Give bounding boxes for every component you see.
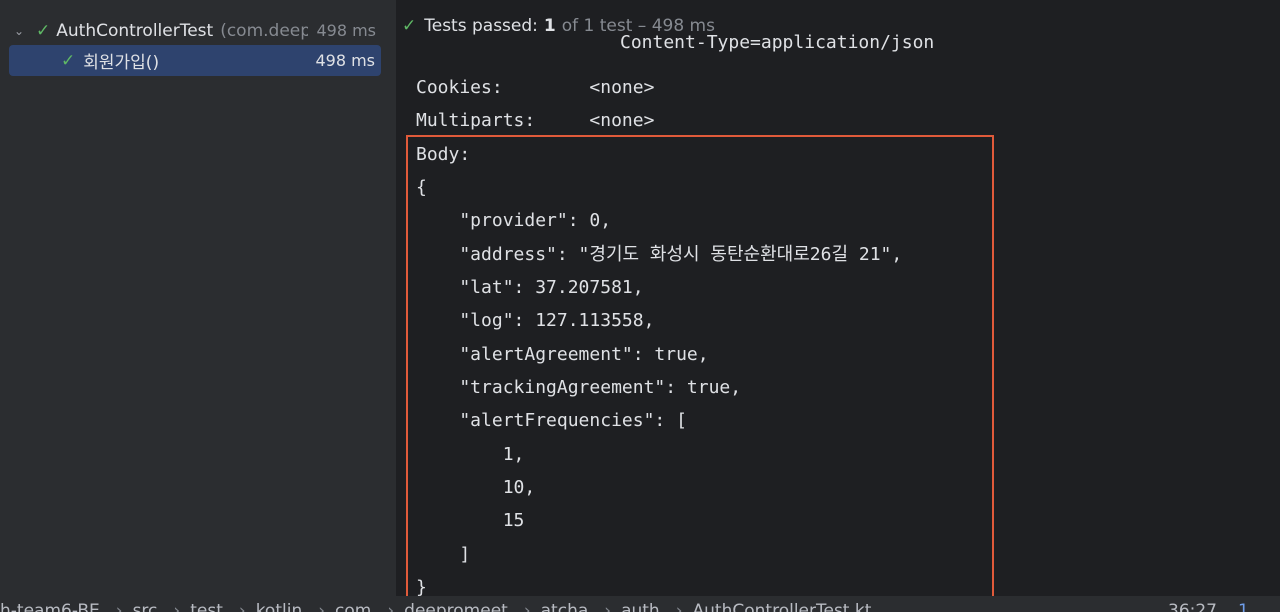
console-line: "log": 127.113558, — [416, 310, 655, 331]
chevron-down-icon[interactable]: ⌄ — [12, 24, 26, 38]
console-line: "address": "경기도 화성시 동탄순환대로26길 21", — [416, 244, 903, 265]
chevron-right-icon: › — [238, 601, 246, 612]
console-line: "alertAgreement": true, — [416, 344, 709, 365]
console-line: { — [416, 177, 427, 198]
breadcrumb-item[interactable]: test — [190, 601, 223, 612]
breadcrumb-item[interactable]: com — [335, 601, 371, 612]
console-line: "trackingAgreement": true, — [416, 377, 742, 398]
breadcrumb-item[interactable]: auth — [621, 601, 660, 612]
check-icon: ✓ — [36, 20, 51, 41]
breadcrumb: h-team6-BE › src › test › kotlin › com ›… — [0, 596, 1280, 612]
notification-badge[interactable]: 1 — [1238, 601, 1249, 612]
console-line: 1, — [416, 444, 525, 465]
chevron-right-icon: › — [387, 601, 395, 612]
breadcrumb-item[interactable]: src — [133, 601, 158, 612]
console-line: Multiparts: <none> — [416, 110, 655, 131]
cursor-position[interactable]: 36:27 — [1168, 601, 1217, 612]
console-line: "lat": 37.207581, — [416, 277, 644, 298]
status-label: Tests passed: — [424, 16, 538, 36]
console-line: Cookies: <none> — [416, 77, 655, 98]
console-line: 10, — [416, 477, 536, 498]
check-icon: ✓ — [402, 16, 417, 36]
test-tree-panel: ⌄ ✓ AuthControllerTest (com.deep 498 ms … — [0, 0, 396, 596]
test-method-duration: 498 ms — [315, 51, 375, 70]
console-panel: ✓ Tests passed: 1 of 1 test – 498 ms Con… — [398, 0, 1280, 596]
console-line: ] — [416, 544, 471, 565]
test-class-node[interactable]: ⌄ ✓ AuthControllerTest (com.deep 498 ms — [12, 15, 388, 46]
test-method-name: 회원가입() — [83, 53, 160, 73]
breadcrumb-item[interactable]: atcha — [541, 601, 589, 612]
test-class-name: AuthControllerTest — [56, 20, 214, 41]
breadcrumb-item[interactable]: deepromeet — [404, 601, 508, 612]
breadcrumb-item[interactable]: kotlin — [256, 601, 303, 612]
console-line: "provider": 0, — [416, 210, 612, 231]
console-line: Body: — [416, 144, 471, 165]
chevron-right-icon: › — [115, 601, 123, 612]
breadcrumb-item[interactable]: AuthControllerTest.kt — [693, 601, 872, 612]
breadcrumb-item[interactable]: h-team6-BE — [0, 601, 100, 612]
console-line: } — [416, 577, 427, 596]
test-class-duration: 498 ms — [316, 21, 376, 40]
console-line: 15 — [416, 510, 525, 531]
console-line: "alertFrequencies": [ — [416, 410, 687, 431]
chevron-right-icon: › — [675, 601, 683, 612]
chevron-right-icon: › — [523, 601, 531, 612]
test-method-node[interactable]: ✓ 회원가입() 498 ms — [9, 45, 381, 76]
status-count: 1 — [543, 16, 556, 36]
console-line-clipped: Content-Type=application/json — [620, 32, 935, 53]
chevron-right-icon: › — [173, 601, 181, 612]
chevron-right-icon: › — [604, 601, 612, 612]
check-icon: ✓ — [61, 50, 76, 71]
console-output[interactable]: Content-Type=application/json Cookies: <… — [416, 32, 934, 596]
test-class-package: (com.deep — [220, 20, 309, 41]
chevron-right-icon: › — [318, 601, 326, 612]
